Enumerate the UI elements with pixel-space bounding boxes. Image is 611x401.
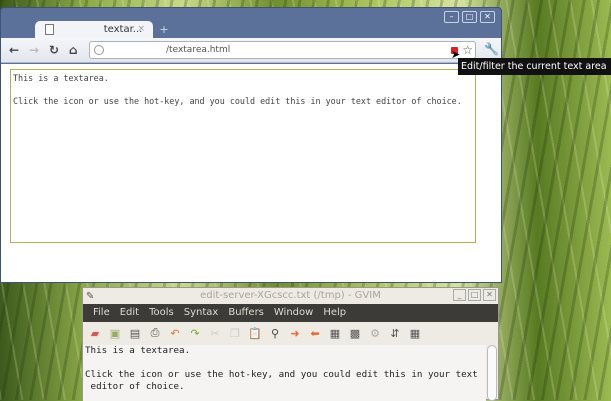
redo-icon[interactable]: ↷ <box>188 327 202 340</box>
copy-icon[interactable]: ❐ <box>228 327 242 340</box>
paste-icon[interactable]: 📋 <box>248 327 262 340</box>
gvim-titlebar: ✎ edit-server-XGcscc.txt (/tmp) - GVIM _… <box>83 288 498 304</box>
window-controls: – □ ✕ <box>444 11 495 23</box>
buffer-line: Click the icon or use the hot-key, and y… <box>85 369 478 380</box>
print-icon[interactable]: ⎙ <box>148 326 162 340</box>
load-session-icon[interactable]: ▦ <box>328 327 342 340</box>
save-all-icon[interactable]: ▤ <box>128 327 142 340</box>
open-icon[interactable]: ▰ <box>88 327 102 340</box>
home-icon[interactable]: ⌂ <box>69 43 78 57</box>
new-tab-button[interactable]: + <box>157 24 171 36</box>
buffer-line: This is a textarea. <box>85 345 191 356</box>
find-next-icon[interactable]: ➜ <box>288 327 302 340</box>
run-script-icon[interactable]: ⚙ <box>368 327 382 340</box>
reload-icon[interactable]: ↻ <box>49 43 59 57</box>
save-icon[interactable]: ▣ <box>108 327 122 340</box>
save-session-icon[interactable]: ▩ <box>348 327 362 340</box>
menu-buffers[interactable]: Buffers <box>223 304 269 322</box>
menu-file[interactable]: File <box>88 304 115 322</box>
undo-icon[interactable]: ↶ <box>168 327 182 340</box>
gvim-title: edit-server-XGcscc.txt (/tmp) - GVIM <box>200 290 381 301</box>
cut-icon[interactable]: ✂ <box>208 327 222 340</box>
buffer-line <box>85 357 486 369</box>
back-icon[interactable]: ← <box>9 43 19 57</box>
forward-icon[interactable]: → <box>29 43 39 57</box>
menu-window[interactable]: Window <box>269 304 318 322</box>
page-content: This is a textarea. Click the icon or us… <box>1 64 501 282</box>
wrench-menu-icon[interactable]: 🔧 <box>484 42 499 56</box>
gvim-menubar: File Edit Tools Syntax Buffers Window He… <box>83 304 498 322</box>
maximize-button[interactable]: □ <box>462 11 477 23</box>
page-icon <box>45 24 54 35</box>
gvim-window: ✎ edit-server-XGcscc.txt (/tmp) - GVIM _… <box>82 287 499 401</box>
globe-icon <box>94 45 104 55</box>
textarea[interactable]: This is a textarea. Click the icon or us… <box>10 69 476 243</box>
find-replace-icon[interactable]: ⚲ <box>268 327 282 340</box>
gvim-scrollbar[interactable] <box>487 345 497 401</box>
close-button[interactable]: ✕ <box>480 11 495 23</box>
url-text: /textarea.html <box>166 45 231 55</box>
gvim-buffer[interactable]: This is a textarea. Click the icon or us… <box>83 345 486 401</box>
address-bar[interactable]: /textarea.html ☆ <box>89 41 476 59</box>
menu-syntax[interactable]: Syntax <box>179 304 224 322</box>
gvim-minimize-button[interactable]: _ <box>453 289 466 301</box>
menu-help[interactable]: Help <box>318 304 351 322</box>
tab-textarea[interactable]: textar... × <box>35 21 153 39</box>
menu-tools[interactable]: Tools <box>144 304 179 322</box>
gvim-close-button[interactable]: ✕ <box>483 289 496 301</box>
tags-icon[interactable]: ▦ <box>408 327 422 340</box>
gvim-toolbar: ▰ ▣ ▤ ⎙ ↶ ↷ ✂ ❐ 📋 ⚲ ➜ ⬅ ▦ ▩ ⚙ ⇵ ▦ <box>83 322 498 344</box>
tab-close-icon[interactable]: × <box>137 24 145 34</box>
minimize-button[interactable]: – <box>444 11 459 23</box>
browser-window: – □ ✕ textar... × + ← → ↻ ⌂ /textarea.ht… <box>0 7 502 283</box>
gvim-app-icon: ✎ <box>86 291 95 302</box>
make-icon[interactable]: ⇵ <box>388 327 402 340</box>
tooltip: Edit/filter the current text area <box>458 58 611 75</box>
menu-edit[interactable]: Edit <box>115 304 144 322</box>
bookmark-star-icon[interactable]: ☆ <box>462 43 473 57</box>
browser-toolbar: ← → ↻ ⌂ /textarea.html ☆ 🔧 <box>1 38 501 63</box>
gvim-maximize-button[interactable]: □ <box>468 289 481 301</box>
buffer-line: editor of choice. <box>85 381 185 392</box>
find-prev-icon[interactable]: ⬅ <box>308 327 322 340</box>
